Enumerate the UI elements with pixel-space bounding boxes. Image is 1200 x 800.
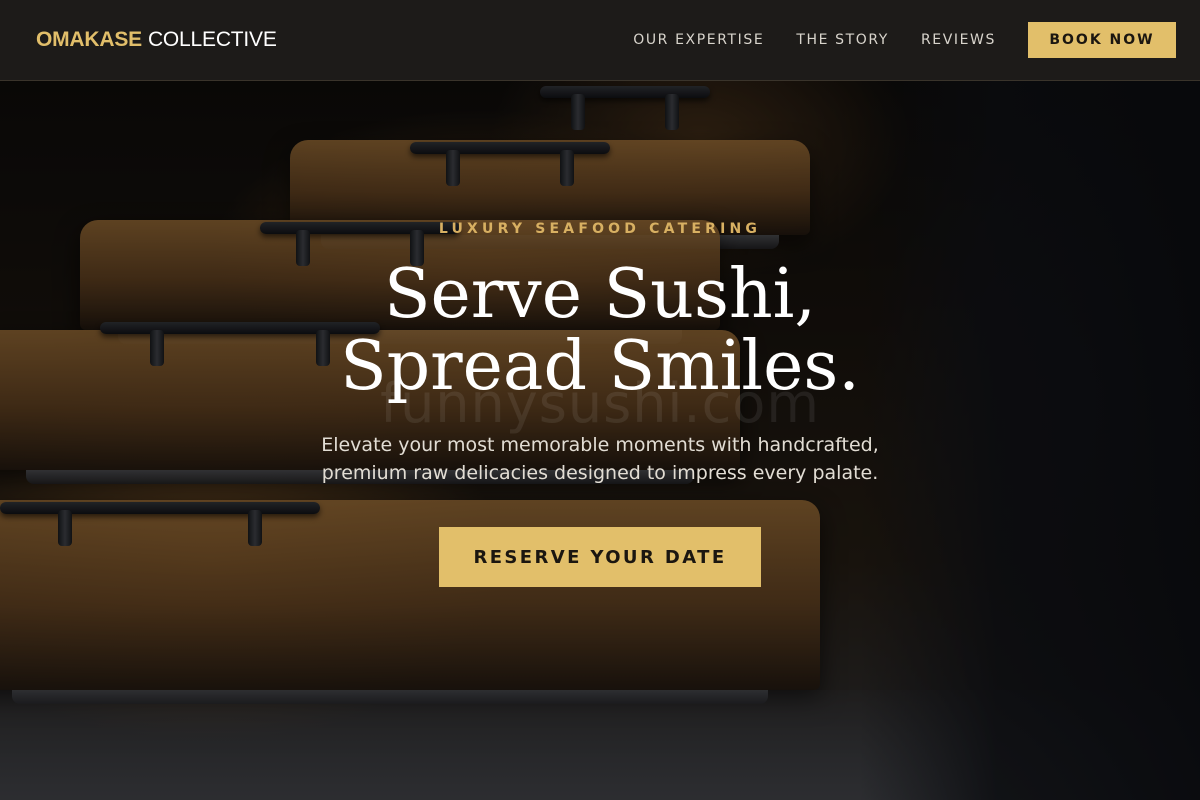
nav-link-the-story[interactable]: THE STORY	[796, 32, 889, 48]
hero-headline-line-1: Serve Sushi,	[383, 255, 817, 334]
nav-links: OUR EXPERTISE THE STORY REVIEWS BOOK NOW	[601, 22, 1176, 58]
hero-description-line-2: premium raw delicacies designed to impre…	[321, 462, 879, 484]
reserve-your-date-button[interactable]: RESERVE YOUR DATE	[439, 527, 761, 587]
hero-content: LUXURY SEAFOOD CATERING Serve Sushi, Spr…	[0, 81, 1200, 800]
hero-headline-line-2: Spread Smiles.	[340, 327, 860, 406]
book-now-button[interactable]: BOOK NOW	[1028, 22, 1176, 58]
hero-description-line-1: Elevate your most memorable moments with…	[321, 434, 879, 456]
hero-eyebrow: LUXURY SEAFOOD CATERING	[438, 221, 762, 237]
brand-logo[interactable]: OMAKASE COLLECTIVE	[36, 28, 277, 52]
brand-name-primary: OMAKASE	[36, 28, 142, 51]
hero-description: Elevate your most memorable moments with…	[280, 431, 920, 487]
hero-headline: Serve Sushi, Spread Smiles.	[340, 259, 860, 403]
nav-link-our-expertise[interactable]: OUR EXPERTISE	[633, 32, 764, 48]
brand-name-secondary: COLLECTIVE	[147, 28, 277, 51]
nav-link-reviews[interactable]: REVIEWS	[921, 32, 996, 48]
top-navigation-bar: OMAKASE COLLECTIVE OUR EXPERTISE THE STO…	[0, 0, 1200, 81]
